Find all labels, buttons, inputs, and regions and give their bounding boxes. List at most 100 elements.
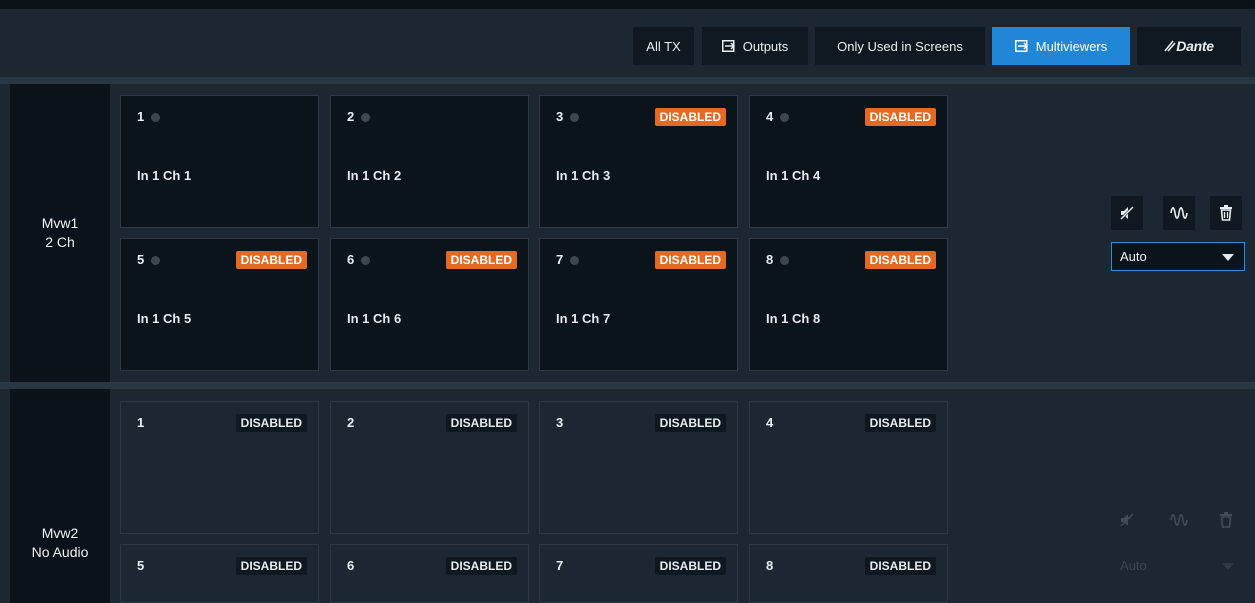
slot-source: In 1 Ch 4 — [766, 168, 821, 183]
slot-number: 6 — [347, 252, 355, 267]
audio-slot-tile[interactable]: 2 In 1 Ch 2 — [330, 95, 529, 228]
status-dot-icon — [361, 256, 370, 265]
mute-button — [1111, 503, 1143, 537]
row-separator — [0, 382, 1255, 389]
multiviewer-channels: 2 Ch — [45, 234, 75, 250]
trash-icon — [1220, 512, 1232, 528]
slot-source: In 1 Ch 3 — [556, 168, 611, 183]
audio-slot-tile[interactable]: 3 DISABLED — [539, 401, 738, 534]
audio-slot-tile[interactable]: 6 DISABLED — [330, 544, 529, 603]
mute-button[interactable] — [1111, 196, 1143, 230]
disabled-badge: DISABLED — [864, 414, 936, 432]
only-used-label: Only Used in Screens — [837, 38, 963, 54]
slot-source: In 1 Ch 2 — [347, 168, 402, 183]
waveform-icon — [1170, 206, 1188, 220]
dante-button[interactable]: Dante — [1137, 27, 1241, 65]
disabled-badge: DISABLED — [864, 557, 936, 575]
audio-slot-tile[interactable]: 5 DISABLED In 1 Ch 5 — [120, 238, 319, 371]
slot-number: 3 — [556, 109, 564, 124]
slot-number: 7 — [556, 558, 564, 573]
audio-slot-tile[interactable]: 7 DISABLED In 1 Ch 7 — [539, 238, 738, 371]
dante-logo-icon — [1164, 40, 1176, 52]
slot-number: 7 — [556, 252, 564, 267]
disabled-badge: DISABLED — [654, 557, 726, 575]
status-dot-icon — [570, 113, 579, 122]
disabled-badge: DISABLED — [654, 414, 726, 432]
slot-number: 1 — [137, 415, 145, 430]
outputs-button[interactable]: Outputs — [702, 27, 808, 65]
disabled-badge: DISABLED — [445, 414, 517, 432]
slot-number: 8 — [766, 252, 774, 267]
slot-number: 2 — [347, 415, 355, 430]
speaker-mute-icon — [1120, 513, 1134, 527]
status-dot-icon — [780, 256, 789, 265]
slot-number: 4 — [766, 109, 774, 124]
audio-slot-tile[interactable]: 4 DISABLED In 1 Ch 4 — [749, 95, 948, 228]
multiviewers-button[interactable]: Multiviewers — [992, 27, 1130, 65]
disabled-badge: DISABLED — [654, 108, 726, 126]
audio-slot-tile[interactable]: 7 DISABLED — [539, 544, 738, 603]
audio-slot-tile[interactable]: 1 DISABLED — [120, 401, 319, 534]
status-dot-icon — [780, 113, 789, 122]
mode-select-value: Auto — [1120, 558, 1147, 573]
audio-routing-panel: All TX Outputs Only Used in Screens Mult… — [0, 0, 1255, 603]
disabled-badge: DISABLED — [235, 414, 307, 432]
waveform-icon — [1170, 513, 1188, 527]
status-dot-icon — [151, 113, 160, 122]
audio-slot-tile[interactable]: 1 In 1 Ch 1 — [120, 95, 319, 228]
trash-icon — [1220, 205, 1232, 221]
multiviewer-name: Mvw1 — [41, 215, 79, 231]
slot-number: 2 — [347, 109, 355, 124]
speaker-mute-icon — [1119, 206, 1134, 221]
slot-source: In 1 Ch 8 — [766, 311, 821, 326]
slot-number: 8 — [766, 558, 774, 573]
slot-source: In 1 Ch 5 — [137, 311, 192, 326]
slot-source: In 1 Ch 1 — [137, 168, 192, 183]
slot-number: 4 — [766, 415, 774, 430]
multiviewer-name: Mvw2 — [41, 525, 79, 541]
all-tx-button[interactable]: All TX — [633, 27, 694, 65]
disabled-badge: DISABLED — [445, 251, 517, 269]
mode-select[interactable]: Auto — [1111, 242, 1245, 271]
status-dot-icon — [570, 256, 579, 265]
status-dot-icon — [361, 113, 370, 122]
audio-slot-tile[interactable]: 2 DISABLED — [330, 401, 529, 534]
only-used-in-screens-button[interactable]: Only Used in Screens — [815, 27, 985, 65]
audio-slot-tile[interactable]: 3 DISABLED In 1 Ch 3 — [539, 95, 738, 228]
waveform-button[interactable] — [1163, 196, 1195, 230]
export-box-icon — [1014, 40, 1028, 52]
status-dot-icon — [151, 256, 160, 265]
disabled-badge: DISABLED — [235, 557, 307, 575]
disabled-badge: DISABLED — [235, 251, 307, 269]
slot-number: 5 — [137, 558, 145, 573]
disabled-badge: DISABLED — [864, 108, 936, 126]
audio-slot-tile[interactable]: 8 DISABLED In 1 Ch 8 — [749, 238, 948, 371]
audio-slot-tile[interactable]: 6 DISABLED In 1 Ch 6 — [330, 238, 529, 371]
top-strip — [0, 0, 1255, 9]
mode-select: Auto — [1111, 551, 1245, 580]
chevron-down-icon — [1222, 254, 1234, 261]
chevron-down-icon — [1222, 563, 1234, 570]
filter-toolbar: All TX Outputs Only Used in Screens Mult… — [0, 9, 1255, 77]
mode-select-value: Auto — [1120, 249, 1147, 264]
multiviewers-label: Multiviewers — [1035, 38, 1108, 54]
export-box-icon — [721, 40, 735, 52]
audio-slot-tile[interactable]: 8 DISABLED — [749, 544, 948, 603]
disabled-badge: DISABLED — [864, 251, 936, 269]
slot-source: In 1 Ch 7 — [556, 311, 611, 326]
disabled-badge: DISABLED — [445, 557, 517, 575]
dante-label: Dante — [1176, 38, 1214, 54]
slot-number: 5 — [137, 252, 145, 267]
multiviewer-label: Mvw1 2 Ch — [10, 84, 110, 382]
disabled-badge: DISABLED — [654, 251, 726, 269]
slot-number: 3 — [556, 415, 564, 430]
outputs-label: Outputs — [742, 38, 789, 54]
multiviewer-channels: No Audio — [31, 544, 89, 560]
all-tx-label: All TX — [646, 38, 681, 54]
delete-button — [1210, 503, 1242, 537]
multiviewer-label: Mvw2 No Audio — [10, 389, 110, 603]
audio-slot-tile[interactable]: 4 DISABLED — [749, 401, 948, 534]
audio-slot-tile[interactable]: 5 DISABLED — [120, 544, 319, 603]
delete-button[interactable] — [1210, 196, 1242, 230]
slot-number: 6 — [347, 558, 355, 573]
